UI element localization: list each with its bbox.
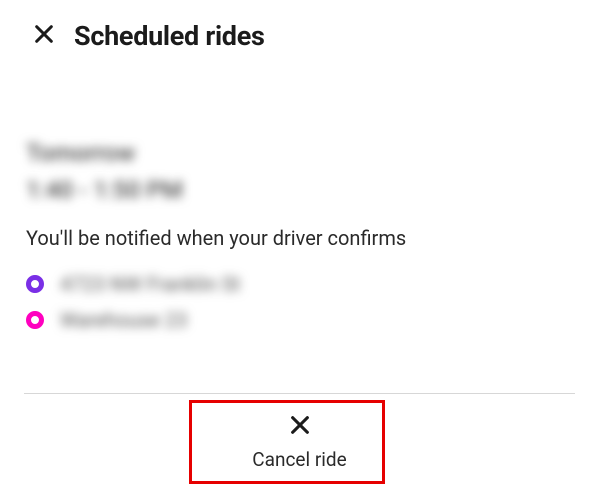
ride-day: Tomorrow [26, 136, 573, 171]
screen: Scheduled rides Tomorrow 1:40 - 1:50 PM … [0, 0, 599, 501]
close-icon [33, 23, 55, 49]
destination-dot-icon [26, 311, 44, 329]
page-title: Scheduled rides [74, 20, 265, 52]
pickup-dot-icon [26, 275, 44, 293]
ride-stops: 4723 NW Franklin St Warehouse 23 [26, 272, 573, 332]
cancel-ride-label: Cancel ride [252, 448, 346, 471]
header: Scheduled rides [0, 0, 599, 62]
stop-destination: Warehouse 23 [26, 308, 573, 332]
ride-card: Tomorrow 1:40 - 1:50 PM You'll be notifi… [0, 62, 599, 332]
cancel-ride-button[interactable]: Cancel ride [232, 408, 366, 481]
divider [24, 393, 575, 394]
footer: Cancel ride [0, 408, 599, 481]
stop-pickup: 4723 NW Franklin St [26, 272, 573, 296]
destination-address: Warehouse 23 [60, 308, 187, 332]
ride-notice: You'll be notified when your driver conf… [26, 226, 573, 250]
ride-time: 1:40 - 1:50 PM [26, 173, 573, 208]
pickup-address: 4723 NW Franklin St [60, 272, 240, 296]
close-button[interactable] [28, 20, 60, 52]
close-icon [289, 414, 311, 440]
